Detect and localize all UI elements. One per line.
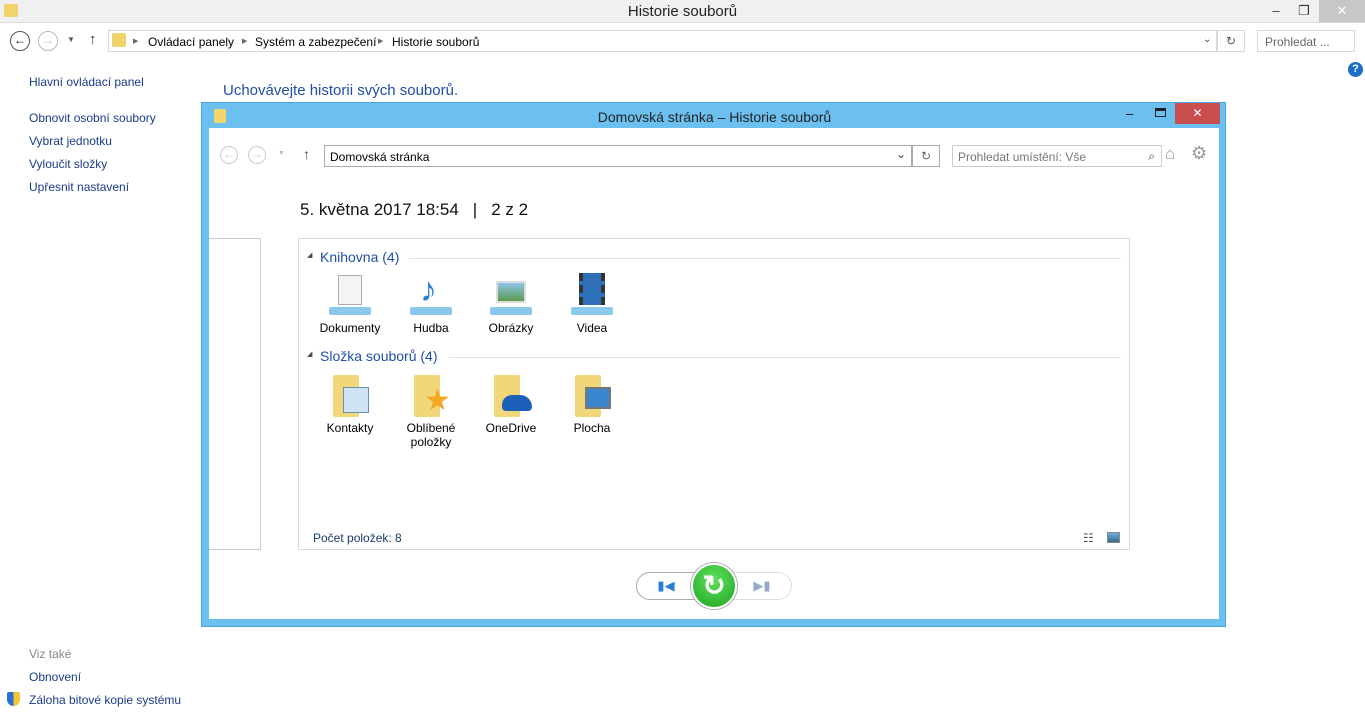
contacts-folder-icon: [325, 373, 375, 421]
search-input[interactable]: Prohledat ...: [1257, 30, 1355, 52]
sidebar-item-select-drive[interactable]: Vybrat jednotku: [29, 134, 112, 148]
item-label: Videa: [576, 321, 608, 335]
item-label: Dokumenty: [319, 321, 381, 335]
file-history-icon: [112, 33, 126, 47]
collapse-icon[interactable]: ◢: [307, 350, 312, 358]
item-onedrive[interactable]: OneDrive: [471, 373, 551, 435]
music-library-icon: ♪: [406, 273, 456, 321]
desktop-folder-icon: [567, 373, 617, 421]
sidebar-item-control-panel-home[interactable]: Hlavní ovládací panel: [29, 75, 144, 89]
chevron-right-icon: ▶: [133, 38, 139, 45]
item-desktop[interactable]: Plocha: [552, 373, 632, 435]
documents-library-icon: [325, 273, 375, 321]
item-label: Plocha: [573, 421, 611, 435]
minimize-button[interactable]: –: [1126, 106, 1133, 121]
item-label: Kontakty: [326, 421, 374, 435]
sidebar-item-exclude-folders[interactable]: Vyloučit složky: [29, 157, 107, 171]
recent-dropdown-icon[interactable]: ▼: [67, 35, 75, 44]
forward-button[interactable]: →: [248, 146, 266, 164]
maximize-button[interactable]: ❐: [1290, 0, 1318, 22]
file-history-home-window: Domovská stránka – Historie souborů – ✕ …: [201, 102, 1226, 627]
address-bar[interactable]: Domovská stránka ⌄: [324, 145, 912, 167]
page-counter: 2 z 2: [491, 200, 529, 219]
chevron-right-icon: ▶: [378, 38, 384, 45]
videos-library-icon: [567, 273, 617, 321]
large-icons-view-icon[interactable]: [1107, 532, 1120, 543]
minimize-button[interactable]: –: [1262, 0, 1290, 22]
pictures-library-icon: [486, 273, 536, 321]
breadcrumb-system-security[interactable]: Systém a zabezpečení: [255, 35, 376, 49]
next-version-button[interactable]: ▶▮: [732, 572, 792, 600]
item-favorites[interactable]: ★ Oblíbené položky: [391, 373, 471, 449]
address-text: Domovská stránka: [330, 150, 430, 164]
see-also-label: Viz také: [29, 647, 72, 661]
refresh-button[interactable]: ↻: [1217, 30, 1245, 52]
address-dropdown-icon[interactable]: ⌄: [896, 147, 906, 161]
item-documents[interactable]: Dokumenty: [310, 273, 390, 335]
collapse-icon[interactable]: ◢: [307, 251, 312, 259]
item-label: OneDrive: [485, 421, 537, 435]
breadcrumb-file-history[interactable]: Historie souborů: [392, 35, 479, 49]
item-pictures[interactable]: Obrázky: [471, 273, 551, 335]
group-header-folders[interactable]: Složka souborů (4): [320, 348, 438, 364]
breadcrumb-control-panel[interactable]: Ovládací panely: [148, 35, 234, 49]
item-label: Hudba: [413, 321, 449, 335]
restore-button[interactable]: ↻: [691, 563, 737, 609]
separator: |: [472, 200, 478, 219]
snapshot-date: 5. května 2017 18:54: [300, 200, 459, 219]
favorites-folder-icon: ★: [406, 373, 456, 421]
search-placeholder: Prohledat umístění: Vše: [958, 150, 1087, 164]
back-button[interactable]: ←: [10, 31, 30, 51]
close-button[interactable]: ✕: [1319, 0, 1365, 22]
chevron-right-icon: ▶: [242, 38, 248, 45]
address-dropdown-icon[interactable]: ⌄: [1203, 34, 1211, 45]
window-title: Historie souborů: [627, 3, 738, 20]
home-icon[interactable]: ⌂: [1165, 144, 1175, 164]
search-icon: ⌕: [1148, 149, 1155, 163]
back-button[interactable]: ←: [220, 146, 238, 164]
item-count: Počet položek: 8: [313, 531, 402, 545]
up-button[interactable]: ↑: [89, 31, 97, 48]
inner-window-title: Domovská stránka – Historie souborů: [597, 109, 832, 125]
sidebar-item-advanced-settings[interactable]: Upřesnit nastavení: [29, 180, 129, 194]
title-bar: Historie souborů – ❐ ✕: [0, 0, 1365, 23]
refresh-button[interactable]: ↻: [912, 145, 940, 167]
see-also-system-image-backup[interactable]: Záloha bitové kopie systému: [29, 693, 181, 707]
group-header-libraries[interactable]: Knihovna (4): [320, 249, 399, 265]
inner-window-body: ← → ▼ ↑ Domovská stránka ⌄ ↻ Prohledat um…: [209, 128, 1219, 619]
help-icon[interactable]: ?: [1348, 62, 1363, 77]
divider: [409, 258, 1121, 259]
snapshot-content: ◢ Knihovna (4) Dokumenty ♪ Hudba Obrázky …: [298, 238, 1130, 550]
up-button[interactable]: ↑: [303, 146, 310, 162]
search-placeholder: Prohledat ...: [1265, 35, 1330, 49]
forward-button[interactable]: →: [38, 31, 58, 51]
onedrive-folder-icon: [486, 373, 536, 421]
item-label: Obrázky: [488, 321, 534, 335]
see-also-recovery[interactable]: Obnovení: [29, 670, 81, 684]
search-input[interactable]: Prohledat umístění: Vše ⌕: [952, 145, 1162, 167]
snapshot-info: 5. května 2017 18:54 | 2 z 2: [300, 200, 528, 220]
gear-icon[interactable]: ⚙: [1191, 143, 1207, 164]
maximize-button[interactable]: [1155, 108, 1166, 117]
item-music[interactable]: ♪ Hudba: [391, 273, 471, 335]
item-contacts[interactable]: Kontakty: [310, 373, 390, 435]
page-heading: Uchovávejte historii svých souborů.: [223, 82, 459, 99]
recent-dropdown-icon[interactable]: ▼: [278, 150, 285, 157]
close-button[interactable]: ✕: [1175, 103, 1220, 124]
divider: [449, 357, 1121, 358]
shield-icon: [7, 692, 20, 706]
sidebar-item-restore-files[interactable]: Obnovit osobní soubory: [29, 111, 156, 125]
item-videos[interactable]: Videa: [552, 273, 632, 335]
details-view-icon[interactable]: ☷: [1083, 531, 1094, 545]
item-label: Oblíbené položky: [406, 421, 456, 449]
previous-version-button[interactable]: ▮◀: [636, 572, 696, 600]
previous-snapshot-preview[interactable]: [209, 238, 261, 550]
